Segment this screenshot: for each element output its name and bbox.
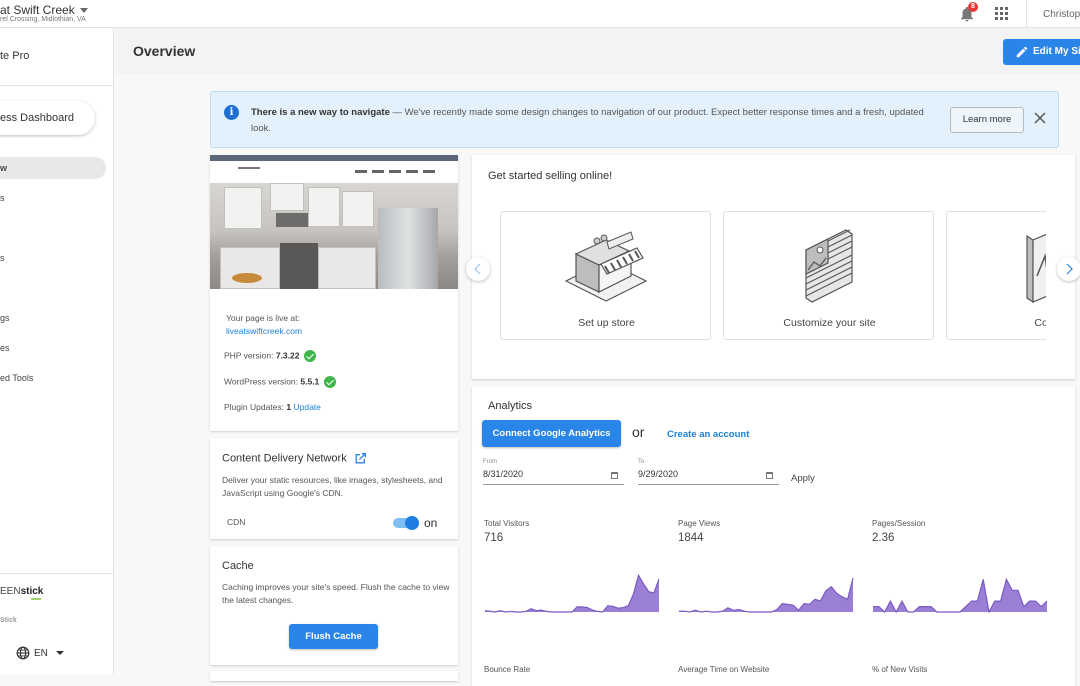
- flush-cache-button[interactable]: Flush Cache: [289, 624, 378, 649]
- pencil-icon: [1015, 45, 1029, 59]
- chevron-down-icon: [56, 651, 64, 655]
- to-label: To: [638, 459, 644, 465]
- external-link-icon[interactable]: [354, 452, 367, 465]
- connect-google-analytics-button[interactable]: Connect Google Analytics: [482, 420, 621, 447]
- carousel-next-button[interactable]: [1057, 257, 1080, 281]
- from-date-input[interactable]: [483, 469, 603, 479]
- cache-title: Cache: [222, 560, 254, 572]
- divider: [1026, 0, 1027, 28]
- connect-icon: [1007, 226, 1046, 304]
- tile-label: Connec: [947, 317, 1046, 329]
- from-label: From: [483, 459, 497, 465]
- banner-message: There is a new way to navigate — We've r…: [251, 105, 931, 137]
- check-icon: [324, 376, 336, 388]
- divider: [0, 573, 114, 574]
- tile-customize-site[interactable]: Customize your site: [723, 211, 934, 340]
- chevron-left-icon: [473, 263, 483, 275]
- business-dashboard-button[interactable]: ess Dashboard: [0, 101, 95, 135]
- calendar-icon[interactable]: [611, 472, 618, 479]
- shop-icon: [561, 226, 651, 304]
- brand-caption: Stick: [0, 617, 17, 624]
- tiles-carousel: Set up store Customize your site Connec: [500, 211, 1046, 341]
- site-card: Your page is live at: liveatswiftcreek.c…: [210, 155, 458, 431]
- selling-card: Get started selling online! Set up store: [472, 155, 1075, 379]
- check-icon: [304, 350, 316, 362]
- sidebar-item-7[interactable]: es: [0, 337, 106, 359]
- total-visitors-sparkline: [484, 571, 660, 613]
- sidebar-item-4[interactable]: s: [0, 247, 106, 269]
- to-date-input[interactable]: [638, 469, 758, 479]
- close-icon[interactable]: [1033, 111, 1047, 125]
- product-title: te Pro: [0, 50, 29, 62]
- cdn-description: Deliver your static resources, like imag…: [222, 474, 450, 500]
- chevron-right-icon: [1064, 263, 1074, 275]
- tile-label: Customize your site: [724, 317, 935, 329]
- sidebar-item-overview[interactable]: w: [0, 157, 106, 179]
- to-date-field[interactable]: To: [638, 459, 779, 485]
- cache-description: Caching improves your site's speed. Flus…: [222, 581, 450, 607]
- next-card: [210, 671, 458, 681]
- page-header: Overview Edit My Site: [115, 28, 1080, 74]
- carousel-prev-button[interactable]: [466, 257, 490, 281]
- sidebar-item-settings[interactable]: gs: [0, 307, 106, 329]
- language-label: EN: [34, 648, 48, 659]
- globe-icon: [16, 646, 30, 660]
- divider: [0, 85, 114, 86]
- cdn-card: Content Delivery Network Deliver your st…: [210, 438, 458, 539]
- sidebar-item-3[interactable]: [0, 217, 106, 239]
- cdn-title: Content Delivery Network: [222, 452, 367, 465]
- cache-card: Cache Caching improves your site's speed…: [210, 546, 458, 665]
- language-selector[interactable]: EN: [16, 646, 64, 660]
- navigation-banner: i There is a new way to navigate — We've…: [210, 91, 1059, 148]
- tile-set-up-store[interactable]: Set up store: [500, 211, 711, 340]
- notification-badge: 8: [968, 2, 978, 12]
- brand-logo: EENstick: [0, 586, 41, 600]
- page-title: Overview: [133, 43, 195, 59]
- apply-button[interactable]: Apply: [791, 473, 815, 484]
- edit-my-site-button[interactable]: Edit My Site: [1003, 39, 1080, 65]
- or-text: or: [632, 424, 644, 440]
- site-preview-thumbnail[interactable]: [210, 155, 458, 289]
- tile-connect[interactable]: Connec: [946, 211, 1046, 340]
- plugin-updates: Plugin Updates: 1 Update: [224, 402, 321, 412]
- site-selector[interactable]: at Swift Creek: [0, 3, 88, 17]
- update-plugins-link[interactable]: Update: [293, 402, 320, 412]
- page-views-sparkline: [678, 571, 854, 613]
- sidebar-item-advanced-tools[interactable]: ed Tools: [0, 367, 106, 389]
- from-date-field[interactable]: From: [483, 459, 624, 485]
- sidebar-item-5[interactable]: [0, 277, 106, 299]
- layout-icon: [784, 226, 874, 304]
- sidebar-item-2[interactable]: s: [0, 187, 106, 209]
- top-bar: at Swift Creek rel Crossing, Midlothian,…: [0, 0, 1080, 28]
- create-account-link[interactable]: Create an account: [667, 429, 749, 440]
- learn-more-button[interactable]: Learn more: [950, 107, 1024, 133]
- analytics-card: Analytics Connect Google Analytics or Cr…: [472, 386, 1075, 686]
- selling-title: Get started selling online!: [488, 170, 612, 182]
- analytics-title: Analytics: [488, 400, 532, 412]
- chevron-down-icon: [80, 8, 88, 13]
- info-icon: i: [224, 105, 239, 120]
- live-label: Your page is live at:: [226, 313, 300, 323]
- cdn-toggle[interactable]: [393, 518, 419, 528]
- cdn-toggle-state: on: [424, 516, 437, 530]
- wordpress-version: WordPress version: 5.5.1: [224, 376, 336, 388]
- php-version: PHP version: 7.3.22: [224, 350, 316, 362]
- user-menu[interactable]: Christop: [1043, 9, 1080, 20]
- pages-per-session-sparkline: [872, 571, 1048, 613]
- sidebar: te Pro ess Dashboard w s s gs es ed Tool…: [0, 28, 114, 675]
- tile-label: Set up store: [501, 317, 712, 329]
- site-name: at Swift Creek: [0, 3, 75, 17]
- cdn-label: CDN: [227, 517, 245, 527]
- site-url-link[interactable]: liveatswiftcreek.com: [226, 326, 302, 336]
- calendar-icon[interactable]: [766, 472, 773, 479]
- sparkline-area: [679, 578, 853, 612]
- site-address: rel Crossing, Midlothian, VA: [0, 16, 86, 23]
- apps-grid-icon[interactable]: [995, 7, 1008, 20]
- sparkline-area: [485, 575, 659, 612]
